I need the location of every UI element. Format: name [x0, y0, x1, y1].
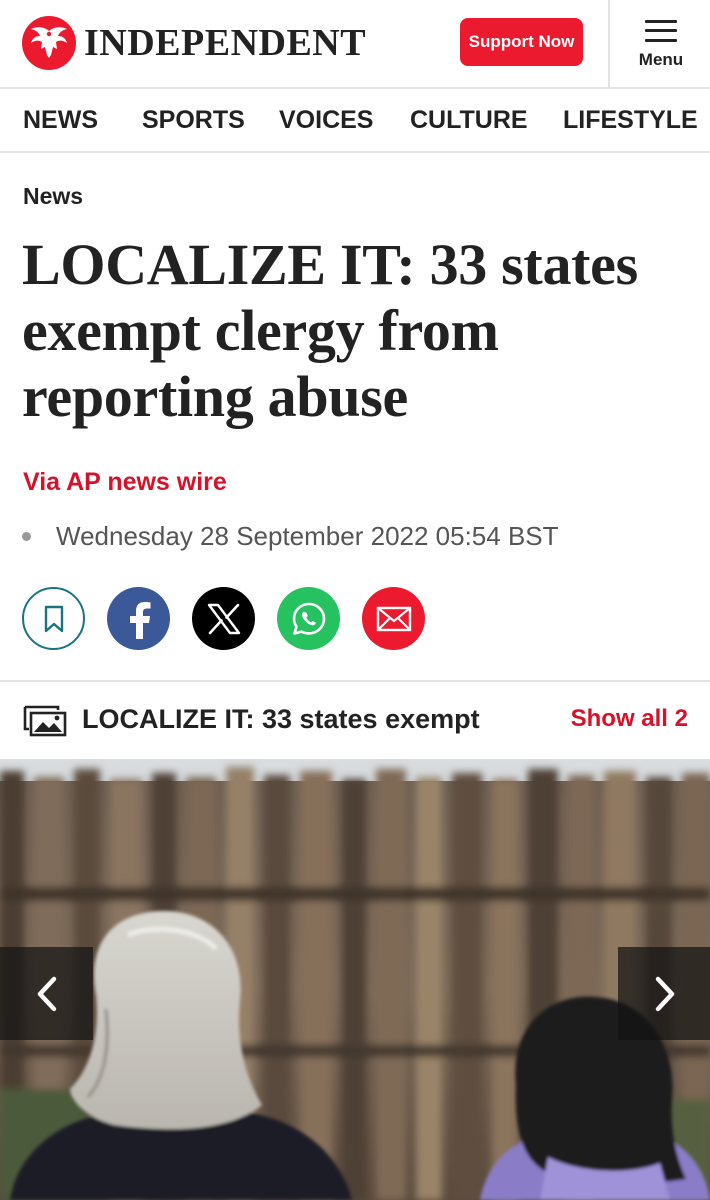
- hamburger-icon: [645, 19, 677, 42]
- site-header: INDEPENDENT Support Now Menu: [0, 0, 710, 89]
- bookmark-button[interactable]: [22, 587, 85, 650]
- gallery-image[interactable]: [0, 759, 710, 1200]
- gallery-title: LOCALIZE IT: 33 states exempt: [82, 704, 480, 734]
- x-icon: [207, 603, 240, 634]
- facebook-icon: [129, 601, 150, 639]
- publish-date: Wednesday 28 September 2022 05:54 BST: [56, 520, 559, 551]
- article-headline: LOCALIZE IT: 33 states exempt clergy fro…: [22, 232, 638, 429]
- gallery-next-button[interactable]: [618, 947, 710, 1040]
- email-icon: [376, 606, 411, 631]
- nav-item-voices[interactable]: VOICES: [279, 89, 373, 151]
- eagle-logo-icon: [22, 16, 76, 70]
- email-share-button[interactable]: [362, 587, 425, 650]
- dateline-bullet: [22, 531, 31, 541]
- site-logo[interactable]: INDEPENDENT: [22, 14, 366, 72]
- gallery-icon: [23, 705, 67, 737]
- menu-button[interactable]: Menu: [612, 0, 710, 89]
- bookmark-icon: [44, 605, 63, 632]
- nav-item-lifestyle[interactable]: LIFESTYLE: [563, 89, 698, 151]
- brand-wordmark: INDEPENDENT: [84, 22, 367, 64]
- nav-item-news[interactable]: NEWS: [23, 89, 98, 151]
- x-share-button[interactable]: [192, 587, 255, 650]
- fence-photo: [0, 759, 710, 1200]
- facebook-share-button[interactable]: [107, 587, 170, 650]
- article-dateline: Wednesday 28 September 2022 05:54 BST: [22, 518, 559, 554]
- section-label[interactable]: News: [23, 183, 83, 210]
- header-divider: [608, 0, 610, 89]
- show-all-button[interactable]: Show all 2: [571, 690, 688, 748]
- article-byline[interactable]: Via AP news wire: [23, 468, 227, 497]
- chevron-left-icon: [37, 976, 56, 1011]
- chevron-right-icon: [655, 976, 674, 1011]
- gallery-prev-button[interactable]: [0, 947, 93, 1040]
- gallery-header: LOCALIZE IT: 33 states exempt Show all 2: [0, 690, 710, 750]
- nav-item-culture[interactable]: CULTURE: [410, 89, 528, 151]
- nav-item-sports[interactable]: SPORTS: [142, 89, 245, 151]
- section-divider: [0, 680, 710, 682]
- whatsapp-icon: [292, 602, 325, 635]
- support-now-button[interactable]: Support Now: [460, 18, 583, 66]
- menu-label: Menu: [638, 49, 684, 69]
- whatsapp-share-button[interactable]: [277, 587, 340, 650]
- section-nav: NEWS SPORTS VOICES CULTURE LIFESTYLE: [0, 89, 710, 153]
